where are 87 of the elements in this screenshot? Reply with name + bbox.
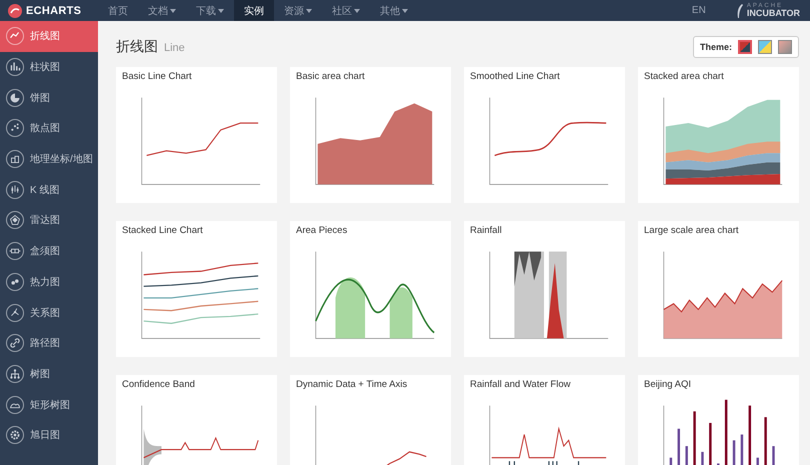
example-card[interactable]: Rainfall [464,221,625,357]
card-title: Rainfall and Water Flow [470,379,572,390]
bar [678,428,680,465]
theme-swatch[interactable] [778,40,792,54]
nav-link[interactable]: 资源 [274,0,322,21]
card-title: Dynamic Data + Time Axis [296,379,408,390]
feather-icon [736,2,744,18]
page-title: 折线图 [116,38,158,56]
sidebar-item[interactable]: 散点图 [0,113,98,144]
treemap-icon [6,396,24,414]
example-card[interactable]: Confidence Band [116,375,277,465]
area-series [390,287,412,338]
heatmap-icon [6,272,24,291]
sidebar-item[interactable]: 热力图 [0,266,98,298]
theme-swatch[interactable] [738,40,752,54]
sunburst-icon [6,426,24,444]
scatter-icon [6,119,24,138]
example-card[interactable]: Beijing AQI [638,375,799,465]
area-series [144,428,162,465]
sidebar-item[interactable]: 矩形树图 [0,389,98,420]
logo-text[interactable]: ECHARTS [26,4,82,16]
language-link[interactable]: EN [692,5,706,16]
sidebar-item[interactable]: 饼图 [0,82,98,114]
bar [701,452,704,465]
card-title: Smoothed Line Chart [470,71,561,82]
radar-icon [6,211,24,230]
bar-chart-icon [6,58,24,76]
nav-link[interactable]: 其他 [370,0,418,21]
incubator-text: INCUBATOR [746,9,800,18]
card-title: Stacked Line Chart [122,225,204,236]
bar [772,446,775,465]
bar [740,434,744,465]
bar [764,417,767,465]
example-card[interactable]: Large scale area chart [638,221,799,357]
nav-link[interactable]: 社区 [322,0,370,21]
line-chart-icon [6,27,24,46]
sidebar-item[interactable]: 旭日图 [0,420,98,451]
example-card[interactable]: Stacked Line Chart [116,221,277,357]
bar [756,458,759,465]
card-title: Beijing AQI [644,379,692,390]
theme-label: Theme: [700,42,732,52]
sidebar-item[interactable]: 盒须图 [0,236,98,266]
example-card[interactable]: Stacked area chart [638,67,799,203]
card-title: Confidence Band [122,379,196,390]
sidebar-item[interactable]: 柱状图 [0,52,98,82]
candlestick-icon [6,180,24,199]
card-title: Rainfall [470,225,503,236]
sidebar-item[interactable]: 地理坐标/地图 [0,144,98,174]
example-card[interactable]: Smoothed Line Chart [464,67,625,203]
sidebar-item[interactable]: K 线图 [0,174,98,206]
example-card[interactable]: Basic area chart [290,67,451,203]
sidebar-item[interactable]: 树图 [0,358,98,390]
tree-icon [6,364,24,383]
sidebar-item[interactable]: 折线图 [0,21,98,52]
nav-link[interactable]: 实例 [234,0,274,21]
bar [685,446,688,465]
example-card[interactable]: Basic Line Chart [116,67,277,203]
nav-link[interactable]: 下载 [186,0,234,21]
card-title: Stacked area chart [644,71,725,82]
nav-link[interactable]: 文档 [138,0,186,21]
sidebar-item[interactable]: 雷达图 [0,205,98,236]
bar [724,400,728,465]
logo-icon [8,4,22,18]
card-title: Area Pieces [296,225,348,236]
bar [732,440,736,465]
bar [709,422,712,465]
graph-icon [6,304,24,322]
example-card[interactable]: Dynamic Data + Time Axis [290,375,451,465]
boxplot-icon [6,242,24,260]
page-subtitle: Line [164,42,185,54]
nav-link[interactable]: 首页 [98,0,138,21]
card-title: Basic area chart [296,71,366,82]
example-card[interactable]: Area Pieces [290,221,451,357]
link-icon [6,334,24,352]
card-title: Large scale area chart [644,225,740,236]
area-series [514,252,542,286]
area-series [335,277,366,338]
card-title: Basic Line Chart [122,71,193,82]
bar [748,406,752,465]
sidebar-item[interactable]: 路径图 [0,328,98,359]
example-card[interactable]: Rainfall and Water Flow [464,375,625,465]
bar [693,411,696,465]
theme-swatch[interactable] [758,40,772,54]
sidebar-item[interactable]: 关系图 [0,297,98,328]
map-icon [6,150,24,168]
pie-chart-icon [6,88,24,107]
bar [670,458,672,465]
